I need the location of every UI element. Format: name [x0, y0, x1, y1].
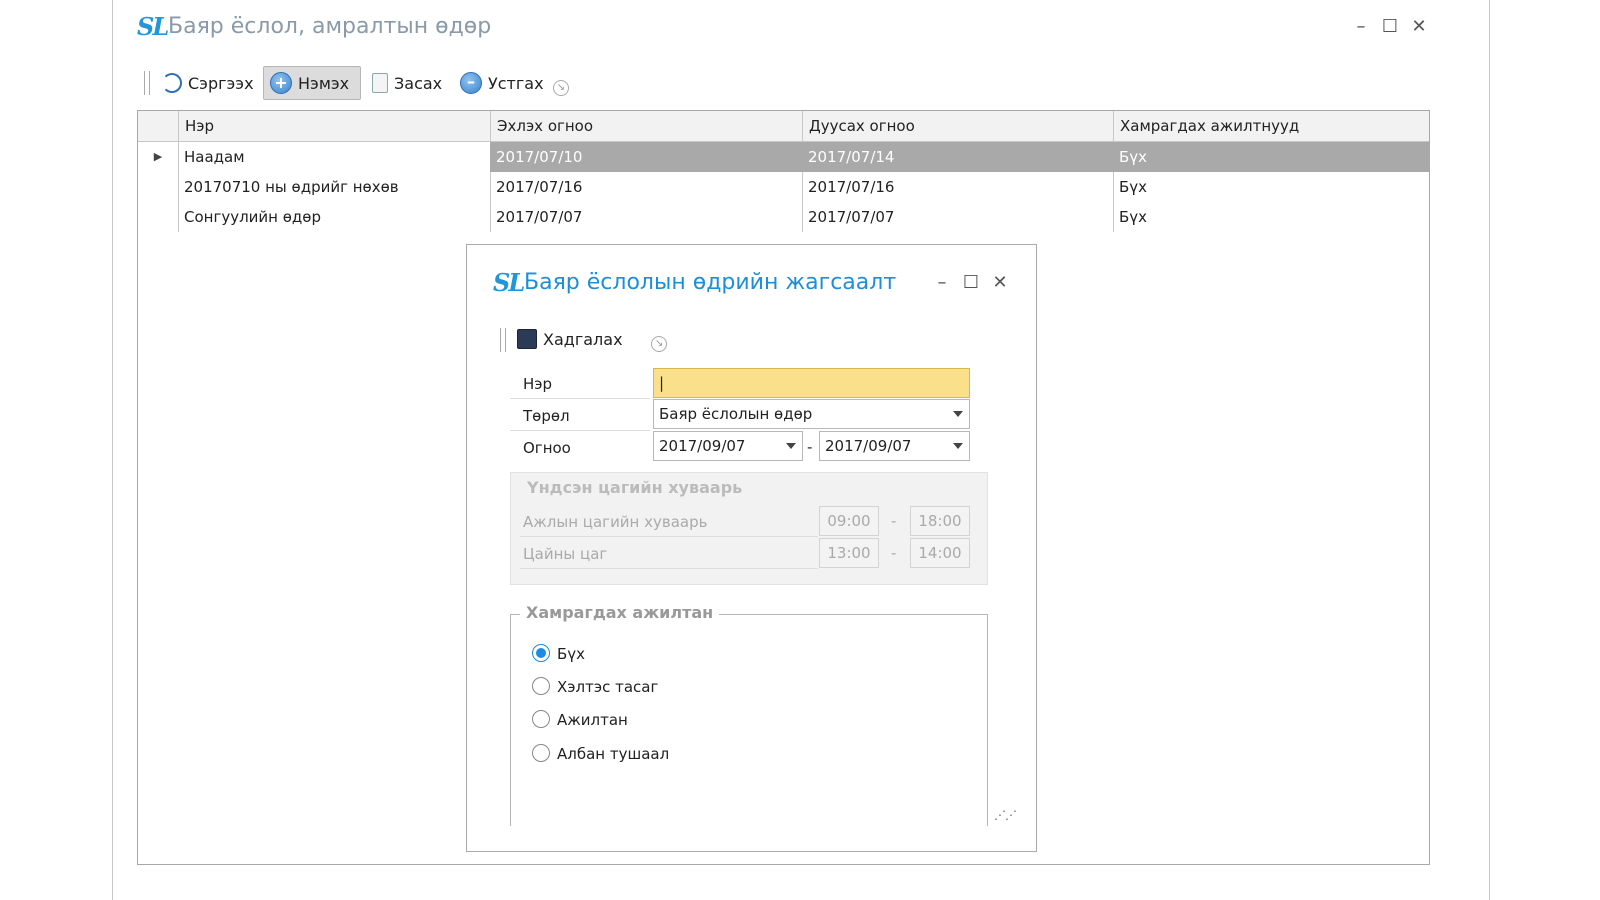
radio-all-label[interactable]: Бүх — [557, 645, 585, 663]
row-indicator-icon: ▶ — [153, 150, 163, 163]
dialog-minimize-button[interactable]: – — [931, 272, 953, 293]
radio-position[interactable] — [532, 744, 550, 762]
dialog-title: Баяр ёслолын өдрийн жагсаалт — [524, 270, 897, 295]
name-input[interactable]: | — [653, 368, 970, 398]
floppy-disk-icon — [517, 329, 537, 349]
cell-name: 20170710 ны өдрийг нөхөв — [184, 178, 399, 196]
pencil-icon — [372, 73, 388, 93]
delete-button[interactable]: – Устгах — [454, 66, 550, 100]
column-header-end[interactable]: Дуусах огноо — [802, 111, 1113, 141]
cell-scope: Бүх — [1119, 178, 1148, 196]
type-select[interactable]: Баяр ёслолын өдөр — [653, 399, 970, 429]
edit-button[interactable]: Засах — [366, 66, 448, 100]
date-label: Огноо — [523, 439, 571, 457]
schedule-group-caption: Үндсэн цагийн хуваарь — [521, 478, 749, 497]
lunch-from-input[interactable]: 13:00 — [819, 538, 879, 568]
refresh-icon — [162, 73, 182, 93]
work-to-input[interactable]: 18:00 — [910, 506, 970, 536]
form-divider — [510, 398, 650, 399]
radio-position-label[interactable]: Албан тушаал — [557, 745, 669, 763]
cell-start: 2017/07/16 — [496, 178, 583, 196]
name-label: Нэр — [523, 375, 553, 393]
dialog-close-button[interactable]: ✕ — [989, 272, 1011, 293]
save-button[interactable]: Хадгалах — [511, 322, 629, 356]
cell-end: 2017/07/07 — [808, 208, 895, 226]
minus-icon: – — [460, 72, 482, 94]
cell-scope: Бүх — [1113, 142, 1429, 172]
date-from-value: 2017/09/07 — [659, 437, 746, 455]
work-from-input[interactable]: 09:00 — [819, 506, 879, 536]
cell-end: 2017/07/14 — [802, 142, 1113, 172]
dialog-maximize-button[interactable]: ☐ — [960, 272, 982, 293]
window-title: Баяр ёслол, амралтын өдөр — [168, 14, 492, 39]
edit-label: Засах — [394, 73, 443, 93]
dialog-toolbar-grip[interactable] — [500, 328, 506, 352]
work-separator: - — [891, 512, 897, 530]
form-divider — [520, 568, 818, 569]
date-to-value: 2017/09/07 — [825, 437, 912, 455]
employees-group-caption: Хамрагдах ажилтан — [520, 603, 720, 622]
radio-employee[interactable] — [532, 710, 550, 728]
minimize-button[interactable]: – — [1350, 16, 1372, 37]
maximize-button[interactable]: ☐ — [1379, 16, 1401, 37]
toolbar-overflow-icon[interactable]: ↘ — [553, 80, 569, 96]
radio-employee-label[interactable]: Ажилтан — [557, 711, 628, 729]
add-button[interactable]: + Нэмэх — [263, 66, 361, 100]
app-logo: SL — [137, 12, 169, 41]
save-label: Хадгалах — [543, 329, 623, 349]
cell-name: Наадам — [184, 148, 245, 166]
date-from-picker[interactable]: 2017/09/07 — [653, 431, 803, 461]
add-label: Нэмэх — [298, 73, 350, 93]
delete-label: Устгах — [488, 73, 544, 93]
date-to-picker[interactable]: 2017/09/07 — [819, 431, 970, 461]
dialog-logo: SL — [493, 268, 525, 297]
column-header-start[interactable]: Эхлэх огноо — [490, 111, 802, 141]
lunch-hours-label: Цайны цаг — [523, 545, 608, 563]
chevron-down-icon[interactable] — [953, 443, 963, 449]
dialog-toolbar-overflow-icon[interactable]: ↘ — [651, 336, 668, 352]
table-row[interactable]: ▶ Наадам 2017/07/10 2017/07/14 Бүх — [138, 142, 1429, 172]
close-button[interactable]: ✕ — [1408, 16, 1430, 37]
column-header-scope[interactable]: Хамрагдах ажилтнууд — [1113, 111, 1429, 141]
type-label: Төрөл — [523, 407, 570, 425]
cell-end: 2017/07/16 — [808, 178, 895, 196]
resize-grip-icon[interactable]: ⋰⋰ — [994, 808, 1017, 822]
column-header-name[interactable]: Нэр — [178, 111, 490, 141]
refresh-button[interactable]: Сэргээх — [156, 66, 260, 100]
plus-icon: + — [270, 72, 292, 94]
chevron-down-icon[interactable] — [786, 443, 796, 449]
radio-department[interactable] — [532, 677, 550, 695]
form-divider — [510, 430, 650, 431]
cell-start: 2017/07/07 — [496, 208, 583, 226]
date-separator: - — [807, 438, 813, 456]
work-hours-label: Ажлын цагийн хуваарь — [523, 513, 708, 531]
table-row[interactable]: 20170710 ны өдрийг нөхөв 2017/07/16 2017… — [138, 172, 1429, 202]
radio-all[interactable] — [532, 644, 550, 662]
cell-name: Сонгуулийн өдөр — [184, 208, 321, 226]
cell-scope: Бүх — [1119, 208, 1148, 226]
form-divider — [520, 536, 818, 537]
lunch-separator: - — [891, 544, 897, 562]
grid-header: Нэр Эхлэх огноо Дуусах огноо Хамрагдах а… — [138, 111, 1429, 142]
lunch-to-input[interactable]: 14:00 — [910, 538, 970, 568]
chevron-down-icon[interactable] — [953, 411, 963, 417]
cell-start: 2017/07/10 — [490, 142, 802, 172]
table-row[interactable]: Сонгуулийн өдөр 2017/07/07 2017/07/07 Бү… — [138, 202, 1429, 232]
toolbar-grip[interactable] — [144, 71, 150, 95]
refresh-label: Сэргээх — [188, 73, 254, 93]
radio-department-label[interactable]: Хэлтэс тасаг — [557, 678, 658, 696]
type-select-value: Баяр ёслолын өдөр — [659, 405, 813, 423]
